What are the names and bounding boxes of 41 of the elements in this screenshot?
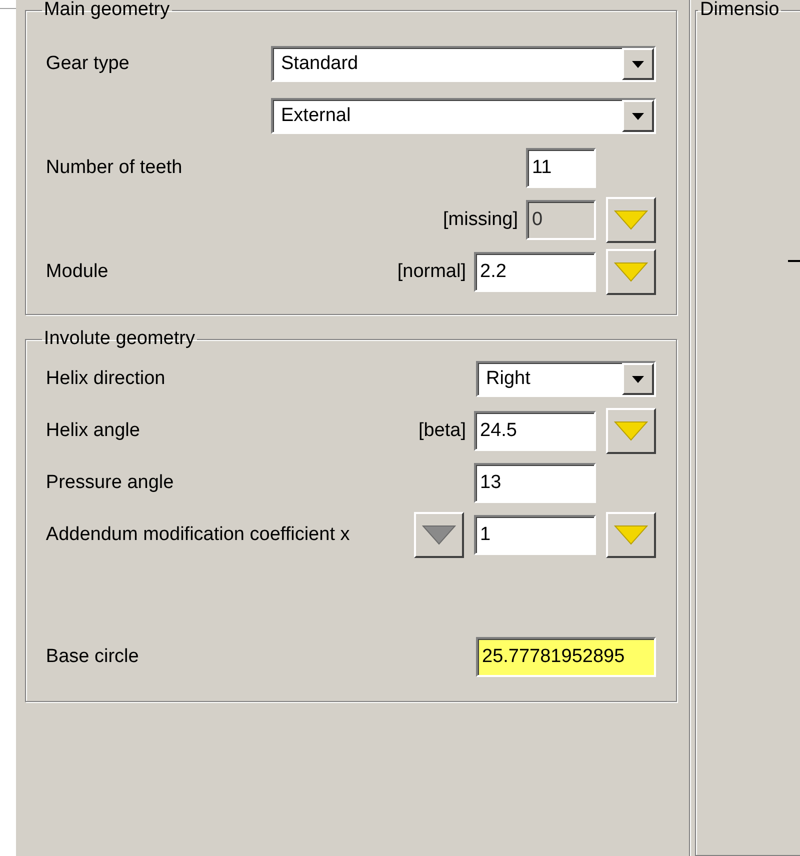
text-field[interactable]: 11 bbox=[526, 148, 596, 188]
triangle-down-icon bbox=[614, 525, 648, 545]
text-field[interactable]: 2.2 bbox=[474, 252, 596, 292]
field-label: Gear type bbox=[46, 52, 130, 74]
result-field[interactable]: 25.77781952895 bbox=[476, 637, 656, 677]
triangle-picker-button[interactable] bbox=[606, 249, 656, 295]
dropdown-field[interactable]: Standard bbox=[271, 46, 656, 82]
dropdown-field[interactable]: External bbox=[271, 98, 656, 134]
group-title: Involute geometry bbox=[42, 329, 196, 349]
text-field[interactable]: 24.5 bbox=[474, 411, 596, 451]
triangle-picker-button[interactable] bbox=[414, 512, 464, 558]
caret-down-icon bbox=[632, 60, 644, 68]
field-label: Helix angle bbox=[46, 420, 140, 441]
field-qualifier: [beta] bbox=[418, 418, 466, 443]
dropdown-value: Standard bbox=[280, 52, 360, 76]
triangle-down-icon bbox=[614, 262, 648, 282]
caret-down-icon bbox=[632, 376, 644, 382]
triangle-picker-button[interactable] bbox=[606, 512, 656, 558]
field-label: Module bbox=[46, 260, 108, 282]
dropdown-value: External bbox=[280, 104, 352, 128]
field-qualifier: [missing] bbox=[443, 208, 518, 232]
dropdown-arrow-button[interactable] bbox=[622, 100, 654, 132]
field-label: Helix direction bbox=[46, 368, 166, 389]
dropdown-field[interactable]: Right bbox=[476, 361, 656, 397]
group-title: Dimensio bbox=[699, 0, 780, 20]
field-label: Addendum modification coefficient x bbox=[46, 524, 350, 545]
triangle-picker-button[interactable] bbox=[606, 408, 656, 454]
dropdown-arrow-button[interactable] bbox=[622, 48, 654, 80]
group-title: Main geometry bbox=[42, 0, 171, 20]
triangle-down-icon bbox=[614, 210, 648, 230]
field-label: Number of teeth bbox=[46, 156, 182, 178]
text-field[interactable]: 13 bbox=[474, 463, 596, 503]
field-qualifier: [normal] bbox=[397, 260, 466, 284]
triangle-down-icon bbox=[614, 421, 648, 441]
caret-down-icon bbox=[632, 112, 644, 120]
field-label: Base circle bbox=[46, 646, 139, 667]
field-label: Pressure angle bbox=[46, 472, 174, 493]
dropdown-value: Right bbox=[485, 366, 532, 391]
triangle-down-icon bbox=[422, 525, 456, 545]
text-field[interactable]: 1 bbox=[474, 515, 596, 555]
dropdown-arrow-button[interactable] bbox=[622, 363, 654, 395]
